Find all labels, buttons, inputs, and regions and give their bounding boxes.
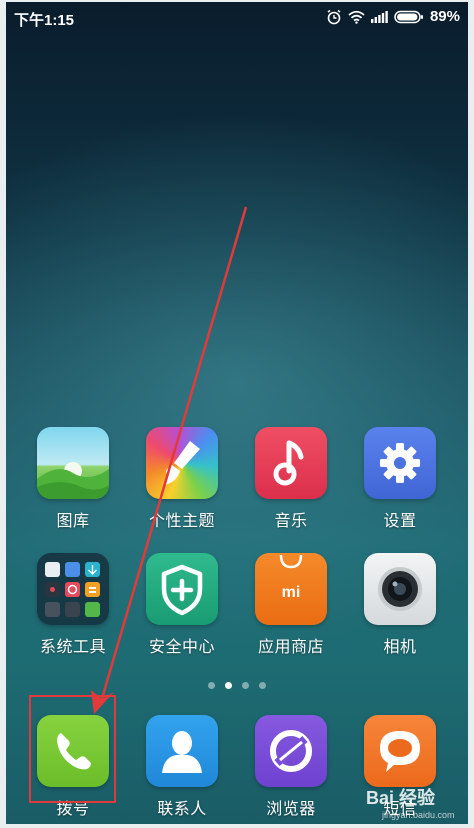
watermark: Bai 经验 (366, 788, 436, 808)
annotation-highlight-box (29, 695, 116, 803)
watermark-sub: jingyan.baidu.com (382, 810, 455, 820)
